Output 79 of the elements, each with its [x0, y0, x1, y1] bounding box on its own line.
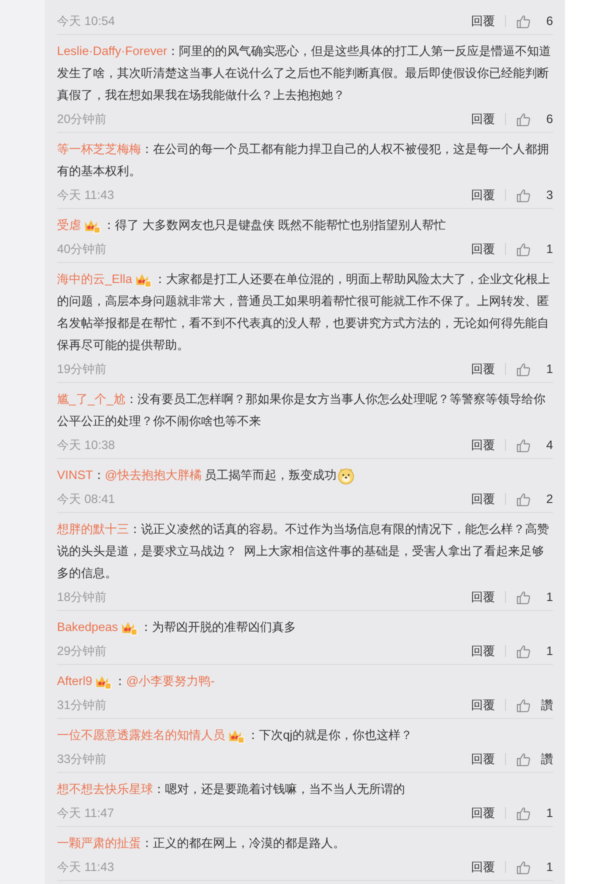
comment-time: 今天 11:43: [57, 858, 115, 876]
comment-time: 今天 10:54: [57, 12, 116, 30]
user-name-link[interactable]: Bakedpeas: [57, 620, 118, 634]
like-count: 3: [545, 186, 553, 204]
reply-link[interactable]: 回覆: [471, 360, 495, 378]
reply-link[interactable]: 回覆: [471, 750, 495, 768]
reply-link[interactable]: 回覆: [471, 696, 495, 714]
comment-text: 受虐 ：得了 大多数网友也只是键盘侠 既然不能帮忙也别指望别人帮忙: [57, 216, 447, 236]
user-name-link[interactable]: 想不想去快乐星球: [57, 782, 153, 796]
thumbs-up-icon[interactable]: [516, 242, 531, 256]
user-name-link[interactable]: 受虐: [57, 218, 81, 232]
reply-link[interactable]: 回覆: [471, 858, 495, 876]
user-name-link[interactable]: 一颗严肃的扯蛋: [57, 836, 141, 850]
comment-time: 40分钟前: [57, 240, 108, 258]
user-name-link[interactable]: 等一杯芝芝梅梅: [57, 142, 141, 156]
comment-time: 19分钟前: [57, 360, 108, 378]
like-count: 4: [545, 436, 553, 454]
comment-text: 一颗严肃的扯蛋：正义的都在网上，冷漠的都是路人。: [57, 835, 346, 852]
thumbs-up-icon[interactable]: [516, 860, 531, 874]
comment-time: 20分钟前: [57, 110, 108, 128]
comment-time: 29分钟前: [57, 642, 108, 660]
reply-link[interactable]: 回覆: [471, 240, 495, 258]
comment-time: 今天 08:41: [57, 490, 116, 508]
dog-face-emoji-icon: [336, 466, 355, 485]
thumbs-up-icon[interactable]: [516, 644, 531, 658]
reply-link[interactable]: 回覆: [471, 186, 495, 204]
comment-text: Afterl9 ：@小李要努力鸭-: [57, 672, 216, 692]
like-count: 2: [545, 490, 553, 508]
comment-text: 想不想去快乐星球：嗯对，还是要跪着讨钱嘛，当不当人无所谓的: [57, 781, 406, 798]
comment-time: 33分钟前: [57, 750, 108, 768]
user-name-link[interactable]: 想胖的默十三: [57, 522, 129, 536]
mention-link[interactable]: @小李要努力鸭-: [126, 674, 215, 688]
user-name-link[interactable]: VINST: [57, 468, 93, 482]
reply-link[interactable]: 回覆: [471, 804, 495, 822]
comment-text: 想胖的默十三：说正义凌然的话真的容易。不过作为当场信息有限的情况下，能怎么样？高赞说的头头是道，是要求立马战边？ 网上大家相信这件事的基础是，受害人拿出了看起来足够多的信息。: [57, 521, 550, 582]
thumbs-up-icon[interactable]: [516, 188, 531, 202]
like-count: 讚: [540, 750, 553, 768]
user-name-link[interactable]: 一位不愿意透露姓名的知情人员: [57, 728, 225, 742]
like-count: 6: [545, 12, 553, 30]
comment-time: 18分钟前: [57, 588, 108, 606]
like-count: 1: [545, 642, 553, 660]
like-count: 讚: [540, 696, 553, 714]
thumbs-up-icon[interactable]: [516, 14, 531, 28]
comment-text: Leslie·Daffy·Forever：阿里的的风气确实恶心，但是这些具体的打工人第一反应是懵逼不知道发生了啥，其次听清楚这当事人在说什么了之后也不能判断真假。最后即使假设你已经能判断真假了，我在想如果我在场我能做什么？上去抱抱她？: [57, 43, 552, 104]
like-count: 6: [545, 110, 553, 128]
comment-time: 今天 11:43: [57, 186, 115, 204]
comment-text: 海中的云_Ella ：大家都是打工人还要在单位混的，明面上帮助风险太大了，企业文化根上的问题，高层本身问题就非常大，普通员工如果明着帮忙很可能就工作不保了。上网转发、匿名发帖举报都是在帮忙，看不到不代表真的没人帮，也要讲究方式方法的，无论如何得先能自保再尽可能的提供帮助。: [57, 270, 552, 354]
user-name-link[interactable]: 海中的云_Ella: [57, 272, 132, 286]
reply-link[interactable]: 回覆: [471, 12, 495, 30]
comment-text: 等一杯芝芝梅梅：在公司的每一个员工都有能力捍卫自己的人权不被侵犯，这是每一个人都拥有的基本权利。: [57, 141, 550, 180]
comment-time: 31分钟前: [57, 696, 108, 714]
reply-link[interactable]: 回覆: [471, 642, 495, 660]
comment-text: 尴_了_个_尬：没有要员工怎样啊？那如果你是女方当事人你怎么处理呢？等警察等领导给你公平公正的处理？你不闹你啥也等不来: [57, 391, 546, 430]
mention-link[interactable]: @快去抱抱大胖橘: [104, 468, 202, 482]
comment-text: 一位不愿意透露姓名的知情人员 ：下次qj的就是你，你也这样？: [57, 726, 414, 746]
comment-time: 今天 11:47: [57, 804, 115, 822]
like-count: 1: [545, 804, 553, 822]
thumbs-up-icon[interactable]: [516, 752, 531, 766]
reply-link[interactable]: 回覆: [471, 490, 495, 508]
user-name-link[interactable]: 尴_了_个_尬: [57, 392, 126, 406]
thumbs-up-icon[interactable]: [516, 112, 531, 126]
thumbs-up-icon[interactable]: [516, 590, 531, 604]
like-count: 1: [545, 588, 553, 606]
thumbs-up-icon[interactable]: [516, 806, 531, 820]
user-name-link[interactable]: Afterl9: [57, 674, 92, 688]
thumbs-up-icon[interactable]: [516, 698, 531, 712]
thumbs-up-icon[interactable]: [516, 438, 531, 452]
reply-link[interactable]: 回覆: [471, 110, 495, 128]
user-name-link[interactable]: Leslie·Daffy·Forever: [57, 44, 168, 58]
comment-text: Bakedpeas ：为帮凶开脱的准帮凶们真多: [57, 618, 297, 638]
comment-text: VINST：@快去抱抱大胖橘 员工揭竿而起，叛变成功: [57, 464, 553, 486]
reply-link[interactable]: 回覆: [471, 588, 495, 606]
comment-time: 今天 10:38: [57, 436, 116, 454]
like-count: 1: [545, 858, 553, 876]
thumbs-up-icon[interactable]: [516, 362, 531, 376]
thumbs-up-icon[interactable]: [516, 492, 531, 506]
reply-link[interactable]: 回覆: [471, 436, 495, 454]
like-count: 1: [545, 360, 553, 378]
like-count: 1: [545, 240, 553, 258]
